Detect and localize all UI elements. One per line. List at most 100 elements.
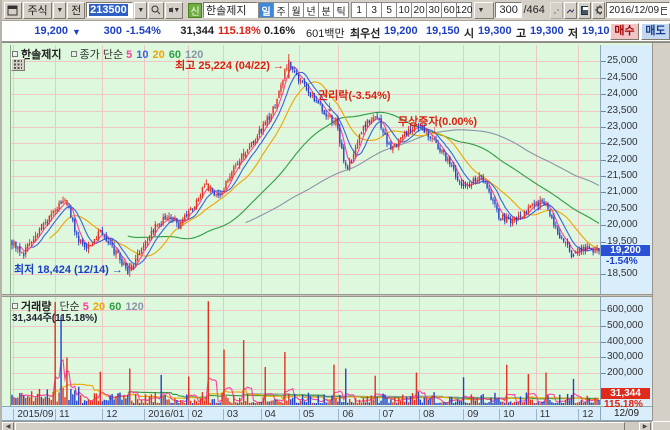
month-label-06: 06 <box>338 409 353 420</box>
legend-toggle-icon[interactable] <box>12 51 18 57</box>
left-axis-spine <box>10 45 11 421</box>
date-field[interactable]: 2016/12/09 <box>606 2 670 18</box>
scrollbar-thumb[interactable] <box>15 422 625 430</box>
month-label-2016/01: 2016/01 <box>144 409 184 420</box>
announce-dropdown[interactable]: ▼ <box>173 7 180 14</box>
scroll-left-button[interactable]: ◀ <box>2 422 14 430</box>
settings-button[interactable] <box>592 2 605 19</box>
period-button-일[interactable]: 일 <box>258 2 274 18</box>
period-button-분[interactable]: 분 <box>318 2 334 18</box>
gear-icon <box>595 5 602 15</box>
period-button-월[interactable]: 월 <box>288 2 304 18</box>
month-label-02: 02 <box>188 409 203 420</box>
month-label-11: 11 <box>536 409 550 420</box>
code-input[interactable]: 213500 <box>86 2 133 18</box>
best-ask: 19,150 <box>426 25 460 37</box>
minute-button-10[interactable]: 10 <box>396 2 412 18</box>
month-label-03: 03 <box>223 409 238 420</box>
stock-name-field[interactable]: 한솔제지 <box>203 2 258 18</box>
asset-type-select[interactable]: 주식 <box>23 2 53 19</box>
trade-value: 601백만 <box>306 25 345 41</box>
current-price: 19,200 <box>16 25 68 37</box>
horizontal-scrollbar[interactable]: ◀ ▶ <box>2 421 652 430</box>
legend-toggle-icon[interactable] <box>71 51 77 57</box>
stock-chart-window: 주식 ▼ 전 213500 ▼ ▼ 신 한솔제지 일주월년분틱 13510203… <box>0 0 670 430</box>
change-value: 300 <box>94 25 122 37</box>
turnover-percent: 0.16% <box>264 25 295 37</box>
period-button-주[interactable]: 주 <box>273 2 289 18</box>
price-tick: 23,500 <box>607 105 638 116</box>
trendline-button[interactable] <box>564 2 577 19</box>
bar-total-label: /464 <box>523 4 549 16</box>
period-button-틱[interactable]: 틱 <box>333 2 349 18</box>
volume-ma-label-60: 60 <box>109 301 121 313</box>
legend-ma-type: 종가 단순 <box>80 49 124 61</box>
minute-button-30[interactable]: 30 <box>426 2 442 18</box>
change-percent: -1.54% <box>126 25 161 37</box>
minute-button-60[interactable]: 60 <box>441 2 457 18</box>
month-label-12: 12 <box>578 409 593 420</box>
annotation-high: 최고 25,224 (04/22) → <box>132 57 284 73</box>
code-dropdown[interactable]: ▼ <box>134 2 147 19</box>
volume-tick: 500,000 <box>607 320 643 331</box>
right-arrow-icon: → <box>273 60 284 72</box>
dots-icon <box>553 6 560 15</box>
minute-button-20[interactable]: 20 <box>411 2 427 18</box>
chart-menu-button[interactable] <box>11 58 25 71</box>
volume-tick: 400,000 <box>607 336 643 347</box>
save-button[interactable] <box>578 2 591 19</box>
minute-button-120[interactable]: 120 <box>456 2 472 18</box>
period-button-년[interactable]: 년 <box>303 2 319 18</box>
resize-grip[interactable] <box>652 421 670 430</box>
window-icon <box>7 5 18 16</box>
minute-button-1[interactable]: 1 <box>351 2 367 18</box>
pane-splitter[interactable] <box>2 294 652 297</box>
period-button-group: 일주월년분틱 <box>259 2 349 18</box>
month-label-07: 07 <box>379 409 394 420</box>
month-label-12: 12 <box>102 409 117 420</box>
announce-button[interactable]: ▼ <box>165 2 183 19</box>
price-tick: 23,000 <box>607 121 638 132</box>
buy-button[interactable]: 매수 <box>610 23 639 40</box>
best-quote-label: 최우선 <box>350 25 380 41</box>
interval-dropdown[interactable]: ▼ <box>474 2 494 19</box>
best-bid: 19,200 <box>384 25 418 37</box>
search-button[interactable] <box>148 2 164 19</box>
trendline-icon <box>567 6 574 15</box>
calendar-icon[interactable] <box>661 6 667 15</box>
high-price: 19,300 <box>530 25 564 37</box>
bar-count-input[interactable]: 300 <box>495 2 523 18</box>
scroll-right-button[interactable]: ▶ <box>639 422 651 430</box>
asset-type-dropdown[interactable]: ▼ <box>53 2 66 19</box>
volume-ma-label-120: 120 <box>125 301 143 313</box>
high-label: 고 <box>516 25 526 41</box>
chevron-down-icon: ▼ <box>477 7 490 14</box>
open-label: 시 <box>464 25 474 41</box>
right-scroll-strip[interactable] <box>652 43 670 430</box>
code-value: 213500 <box>89 4 128 16</box>
minute-button-group: 13510203060120 <box>352 2 472 18</box>
low-label: 저 <box>568 25 578 41</box>
current-price-percent: -1.54% <box>606 256 638 267</box>
sell-button[interactable]: 매도 <box>641 23 670 40</box>
current-volume-marker: 31,344 <box>601 388 650 399</box>
volume-tick: 600,000 <box>607 304 643 315</box>
current-volume-percent: 115.18% <box>604 399 643 410</box>
volume-percent: 115.18% <box>218 25 261 37</box>
price-chart-canvas[interactable] <box>11 45 600 294</box>
minute-button-3[interactable]: 3 <box>366 2 382 18</box>
month-label-08: 08 <box>419 409 434 420</box>
grid-menu-icon <box>14 60 22 69</box>
minute-button-5[interactable]: 5 <box>381 2 397 18</box>
month-label-10: 10 <box>499 409 514 420</box>
chart-area: 한솔제지 종가 단순 5102060120 최고 25,224 (04/22) … <box>2 42 670 430</box>
price-tick: 22,000 <box>607 154 638 165</box>
compare-button[interactable] <box>550 2 563 19</box>
annotation-bonus: 무상증자(0.00%) <box>398 113 477 129</box>
jeon-button[interactable]: 전 <box>67 2 85 19</box>
month-label-11: 11 <box>55 409 69 420</box>
down-arrow-icon: ↓ <box>432 124 438 136</box>
toolbar: 주식 ▼ 전 213500 ▼ ▼ 신 한솔제지 일주월년분틱 13510203… <box>2 0 670 21</box>
date-value: 2016/12/09 <box>609 5 659 16</box>
popup-window-button[interactable] <box>4 2 22 19</box>
